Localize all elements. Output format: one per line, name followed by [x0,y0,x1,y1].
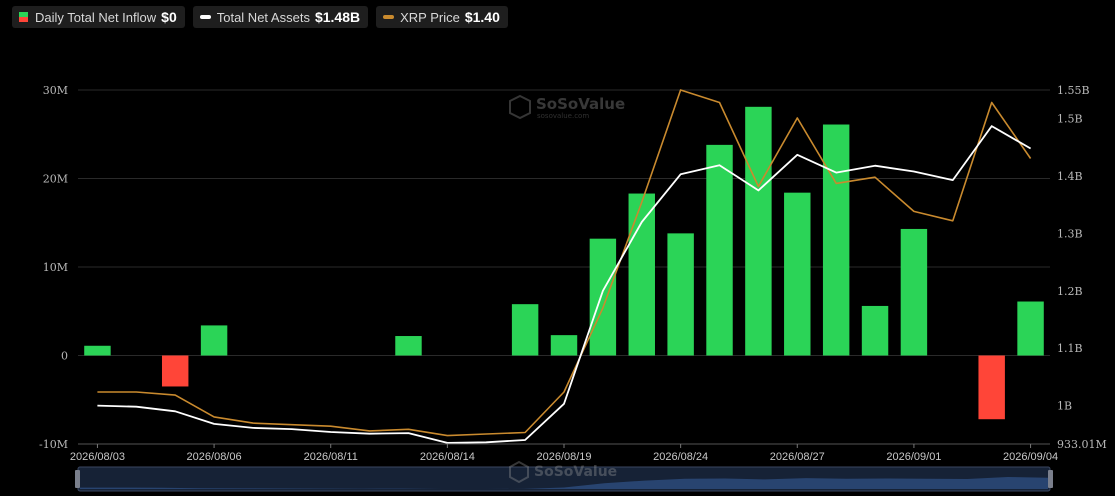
y-right-tick-label: 933.01M [1057,438,1107,451]
inflow-bar [861,305,889,356]
inflow-bar [628,193,655,356]
navigator-right-handle[interactable] [1048,470,1053,488]
inflow-bar [900,228,928,356]
x-axis: 2026/08/03 2026/08/06 2026/08/11 2026/08/14… [70,443,1058,463]
y-right-tick-label: 1.1B [1057,342,1083,355]
range-navigator[interactable]: SoSoValue [75,460,1053,492]
watermark-brand: SoSoValue [536,95,625,113]
y-axis-left: -10M 0 10M 20M 30M [39,84,68,451]
watermark-brand-bottom: SoSoValue [534,464,617,480]
y-right-tick-label: 1.2B [1057,285,1083,298]
y-axis-right: 933.01M 1B 1.1B 1.2B 1.3B 1.4B 1.5B 1.55B [1057,84,1107,451]
x-tick-label: 2026/08/24 [653,451,708,463]
inflow-bar [200,325,228,356]
inflow-bar [745,106,772,356]
inflow-bar [395,336,422,356]
y-left-tick-label: 20M [43,173,68,186]
sosovalue-logo-icon [509,94,531,120]
y-left-tick-label: 0 [61,350,68,363]
y-right-tick-label: 1.5B [1057,113,1083,126]
inflow-bar [667,233,694,356]
x-tick-label: 2026/08/14 [420,451,475,463]
inflow-bar [511,304,539,356]
y-left-tick-label: -10M [39,438,68,451]
inflow-bar [784,192,811,356]
inflow-bar [161,355,189,387]
watermark-top: SoSoValue sosovalue.com [509,94,625,120]
inflow-bar [550,335,578,356]
y-right-tick-label: 1.3B [1057,227,1083,240]
watermark-url: sosovalue.com [537,112,589,120]
x-tick-label: 2026/09/04 [1003,451,1058,463]
x-tick-label: 2026/09/01 [886,451,941,463]
inflow-bar [1017,301,1044,356]
series-lines [97,89,1032,444]
xrp-price-line [97,89,1032,437]
x-tick-label: 2026/08/27 [770,451,825,463]
y-left-tick-label: 30M [43,84,68,97]
inflow-bar [822,124,850,356]
chart-canvas: SoSoValue sosovalue.com -10M 0 10M 20M 30M 9… [39,84,1107,492]
x-tick-label: 2026/08/03 [70,451,125,463]
y-right-tick-label: 1.55B [1057,84,1090,97]
y-left-tick-label: 10M [43,261,68,274]
y-right-tick-label: 1B [1057,400,1072,413]
x-tick-label: 2026/08/11 [304,451,358,463]
total-net-assets-line [97,125,1032,444]
inflow-bar [589,238,617,356]
inflow-bar [84,345,111,356]
navigator-left-handle[interactable] [75,470,80,488]
x-tick-label: 2026/08/06 [187,451,242,463]
inflow-bar [706,144,733,356]
inflow-bar [978,355,1005,420]
x-tick-label: 2026/08/19 [536,451,591,463]
inflow-bars [84,106,1044,420]
y-right-tick-label: 1.4B [1057,170,1083,183]
